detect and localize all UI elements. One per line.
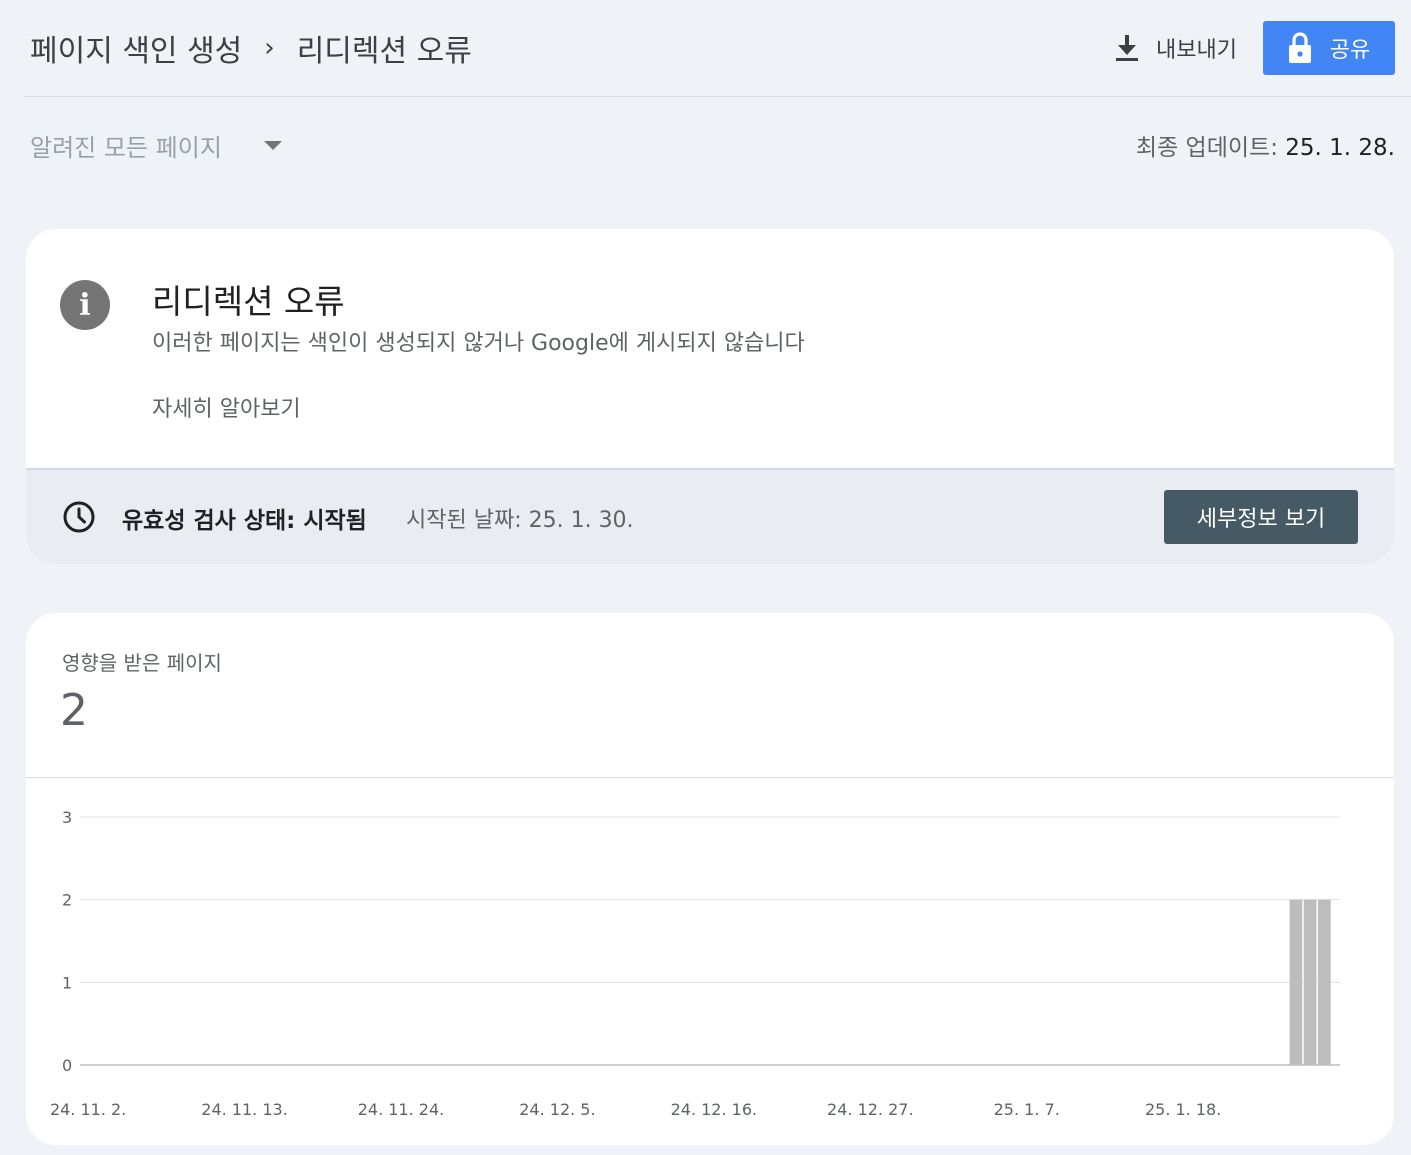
x-tick-label: 24. 12. 16. bbox=[671, 1100, 758, 1119]
learn-more-link[interactable]: 자세히 알아보기 bbox=[152, 391, 301, 423]
y-tick-label: 0 bbox=[62, 1056, 72, 1075]
page-filter-dropdown[interactable]: 알려진 모든 페이지 bbox=[30, 128, 282, 163]
affected-pages-label: 영향을 받은 페이지 bbox=[62, 651, 222, 675]
dropdown-arrow-icon bbox=[263, 141, 282, 150]
download-icon bbox=[1116, 35, 1139, 61]
last-update: 최종 업데이트: 25. 1. 28. bbox=[1136, 128, 1395, 162]
header-actions: 내보내기 공유 bbox=[1114, 21, 1395, 75]
data-bar bbox=[1303, 899, 1317, 1065]
see-details-button[interactable]: 세부정보 보기 bbox=[1164, 490, 1358, 544]
x-tick-label: 24. 11. 2. bbox=[50, 1100, 126, 1119]
export-button[interactable]: 내보내기 bbox=[1114, 32, 1237, 64]
breadcrumb-parent[interactable]: 페이지 색인 생성 bbox=[30, 26, 242, 70]
y-tick-label: 1 bbox=[62, 973, 72, 992]
filter-selected-value: 알려진 모든 페이지 bbox=[30, 134, 222, 162]
affected-pages-count: 2 bbox=[60, 685, 88, 736]
issue-title: 리디렉션 오류 bbox=[152, 282, 345, 321]
data-bar bbox=[1317, 899, 1331, 1065]
x-tick-label: 24. 11. 13. bbox=[201, 1100, 288, 1119]
validation-started-date: 시작된 날짜: 25. 1. 30. bbox=[406, 508, 634, 533]
lock-icon bbox=[1288, 32, 1311, 63]
affected-pages-chart: 0 1 2 3 24. 11. 2. 24. 11. 13. 24. 11. 24. 24. … bbox=[50, 808, 1340, 1119]
issue-description: 이러한 페이지는 색인이 생성되지 않거나 Google에 게시되지 않습니다 bbox=[152, 331, 805, 356]
info-icon: i bbox=[60, 280, 110, 330]
x-tick-label: 25. 1. 18. bbox=[1145, 1100, 1221, 1119]
last-update-date: 25. 1. 28. bbox=[1285, 135, 1395, 161]
share-button[interactable]: 공유 bbox=[1263, 21, 1395, 75]
breadcrumb-separator-icon: › bbox=[264, 33, 275, 63]
breadcrumb: 페이지 색인 생성 › 리디렉션 오류 bbox=[30, 26, 472, 70]
x-tick-label: 25. 1. 7. bbox=[994, 1100, 1060, 1119]
page-header: 페이지 색인 생성 › 리디렉션 오류 내보내기 공유 bbox=[0, 0, 1411, 96]
breadcrumb-current: 리디렉션 오류 bbox=[296, 34, 472, 69]
x-tick-label: 24. 11. 24. bbox=[358, 1100, 445, 1119]
x-tick-label: 24. 12. 5. bbox=[519, 1100, 595, 1119]
header-divider bbox=[24, 96, 1411, 97]
export-label: 내보내기 bbox=[1156, 38, 1237, 63]
share-label: 공유 bbox=[1329, 38, 1371, 63]
last-update-label: 최종 업데이트: bbox=[1135, 135, 1278, 161]
x-tick-label: 24. 12. 27. bbox=[827, 1100, 914, 1119]
validation-status: 유효성 검사 상태: 시작됨 bbox=[122, 508, 367, 534]
clock-icon bbox=[63, 501, 95, 533]
validation-bar: 유효성 검사 상태: 시작됨 시작된 날짜: 25. 1. 30. 세부정보 보… bbox=[26, 468, 1394, 564]
issue-card: i 리디렉션 오류 이러한 페이지는 색인이 생성되지 않거나 Google에 … bbox=[26, 229, 1394, 564]
y-tick-label: 3 bbox=[62, 808, 72, 827]
chart-card: 영향을 받은 페이지 2 0 1 2 3 24. 11. 2. 24. 11. 13. 24… bbox=[26, 613, 1394, 1145]
y-tick-label: 2 bbox=[62, 891, 72, 910]
data-bar bbox=[1289, 899, 1303, 1065]
